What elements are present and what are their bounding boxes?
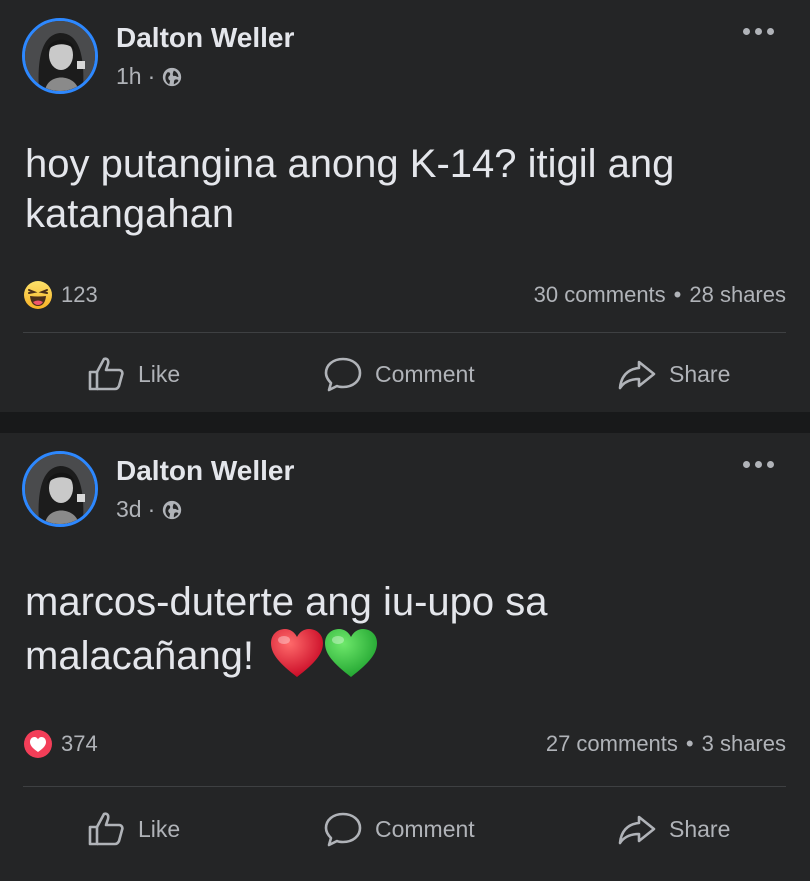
- divider: [23, 786, 786, 787]
- thumbs-up-icon: [88, 812, 124, 846]
- like-label: Like: [138, 815, 181, 842]
- like-button[interactable]: Like: [86, 354, 180, 394]
- share-label: Share: [669, 815, 731, 842]
- reactions-summary[interactable]: 374: [23, 729, 98, 759]
- author-name[interactable]: Dalton Weller: [116, 22, 294, 54]
- comment-label: Comment: [375, 815, 475, 842]
- comment-label: Comment: [375, 360, 475, 387]
- post-meta: 3d ·: [116, 496, 183, 523]
- reaction-count: 374: [61, 731, 98, 756]
- more-options-button[interactable]: [743, 28, 774, 35]
- more-dot: [743, 461, 750, 468]
- comment-button[interactable]: Comment: [323, 809, 475, 849]
- divider: [23, 332, 786, 333]
- post-card: Dalton Weller 1h · hoy putangina anong K…: [0, 0, 810, 412]
- more-dot: [755, 461, 762, 468]
- more-dot: [767, 461, 774, 468]
- post-time[interactable]: 3d: [116, 496, 142, 523]
- post-actions: Like Comment Share: [0, 809, 810, 849]
- love-reaction-icon: [24, 730, 52, 758]
- globe-icon: [163, 500, 182, 519]
- shares-count[interactable]: 3 shares: [702, 731, 786, 756]
- more-dot: [767, 28, 774, 35]
- meta-separator: ·: [147, 63, 156, 89]
- post-time[interactable]: 1h: [116, 63, 142, 90]
- meta-separator: ·: [147, 496, 156, 522]
- post-card: Dalton Weller 3d · marcos-duterte ang iu…: [0, 433, 810, 881]
- comment-bubble-icon: [324, 357, 362, 392]
- like-label: Like: [138, 360, 181, 387]
- avatar[interactable]: [22, 451, 98, 527]
- thumbs-up-icon: [88, 357, 124, 391]
- share-button[interactable]: Share: [617, 809, 730, 849]
- post-header: Dalton Weller 1h ·: [22, 18, 788, 98]
- post-text-container: marcos-duterte ang iu-upo sa malacañang!: [25, 577, 785, 681]
- stat-separator: •: [685, 731, 694, 756]
- post-header: Dalton Weller 3d ·: [22, 451, 788, 531]
- more-dot: [743, 28, 750, 35]
- like-button[interactable]: Like: [86, 809, 180, 849]
- post-meta: 1h ·: [116, 63, 183, 90]
- comments-count[interactable]: 27 comments: [546, 731, 678, 756]
- red-heart-icon: [271, 629, 324, 677]
- haha-reaction-icon: [24, 281, 52, 309]
- comment-button[interactable]: Comment: [323, 354, 475, 394]
- share-arrow-icon: [618, 360, 656, 390]
- post-text: hoy putangina anong K-14? itigil ang kat…: [25, 142, 675, 236]
- stat-separator: •: [673, 282, 682, 307]
- share-button[interactable]: Share: [617, 354, 730, 394]
- avatar-image: [25, 454, 95, 524]
- engagement-counts: 27 comments • 3 shares: [546, 731, 786, 757]
- post-actions: Like Comment Share: [0, 354, 810, 394]
- comments-count[interactable]: 30 comments: [534, 282, 666, 307]
- share-arrow-icon: [618, 815, 656, 845]
- author-name[interactable]: Dalton Weller: [116, 455, 294, 487]
- reaction-count: 123: [61, 282, 98, 307]
- shares-count[interactable]: 28 shares: [689, 282, 786, 307]
- comment-bubble-icon: [324, 812, 362, 847]
- globe-icon: [163, 67, 182, 86]
- avatar-image: [25, 21, 95, 91]
- more-options-button[interactable]: [743, 461, 774, 468]
- engagement-counts: 30 comments • 28 shares: [534, 282, 786, 308]
- avatar[interactable]: [22, 18, 98, 94]
- post-stats: 123 30 comments • 28 shares: [23, 280, 786, 310]
- post-stats: 374 27 comments • 3 shares: [23, 729, 786, 759]
- green-heart-icon: [325, 629, 378, 677]
- reactions-summary[interactable]: 123: [23, 280, 98, 310]
- share-label: Share: [669, 360, 731, 387]
- more-dot: [755, 28, 762, 35]
